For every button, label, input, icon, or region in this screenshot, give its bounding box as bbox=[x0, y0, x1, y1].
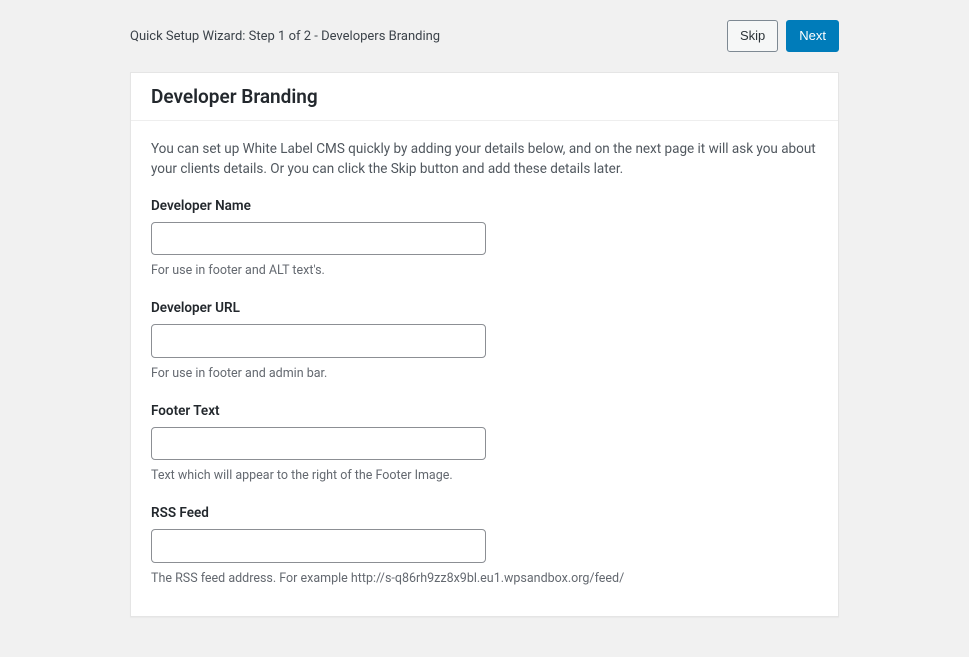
rss-feed-label: RSS Feed bbox=[151, 505, 818, 521]
panel-body: You can set up White Label CMS quickly b… bbox=[131, 121, 838, 616]
rss-feed-help: The RSS feed address. For example http:/… bbox=[151, 571, 818, 586]
intro-text: You can set up White Label CMS quickly b… bbox=[151, 139, 818, 180]
footer-text-help: Text which will appear to the right of t… bbox=[151, 468, 818, 483]
developer-name-label: Developer Name bbox=[151, 198, 818, 214]
footer-text-label: Footer Text bbox=[151, 403, 818, 419]
developer-name-input[interactable] bbox=[151, 222, 486, 256]
panel-header: Developer Branding bbox=[131, 73, 838, 121]
branding-panel: Developer Branding You can set up White … bbox=[130, 72, 839, 617]
developer-url-label: Developer URL bbox=[151, 300, 818, 316]
rss-feed-group: RSS Feed The RSS feed address. For examp… bbox=[151, 505, 818, 586]
next-button[interactable]: Next bbox=[786, 20, 839, 52]
developer-url-help: For use in footer and admin bar. bbox=[151, 366, 818, 381]
developer-url-input[interactable] bbox=[151, 324, 486, 358]
skip-button[interactable]: Skip bbox=[727, 20, 778, 52]
footer-text-input[interactable] bbox=[151, 427, 486, 461]
wizard-step-title: Quick Setup Wizard: Step 1 of 2 - Develo… bbox=[130, 29, 440, 44]
wizard-actions: Skip Next bbox=[727, 20, 839, 52]
developer-name-group: Developer Name For use in footer and ALT… bbox=[151, 198, 818, 279]
rss-feed-input[interactable] bbox=[151, 529, 486, 563]
developer-name-help: For use in footer and ALT text's. bbox=[151, 263, 818, 278]
panel-title: Developer Branding bbox=[151, 85, 818, 108]
wizard-header: Quick Setup Wizard: Step 1 of 2 - Develo… bbox=[0, 0, 969, 72]
developer-url-group: Developer URL For use in footer and admi… bbox=[151, 300, 818, 381]
footer-text-group: Footer Text Text which will appear to th… bbox=[151, 403, 818, 484]
